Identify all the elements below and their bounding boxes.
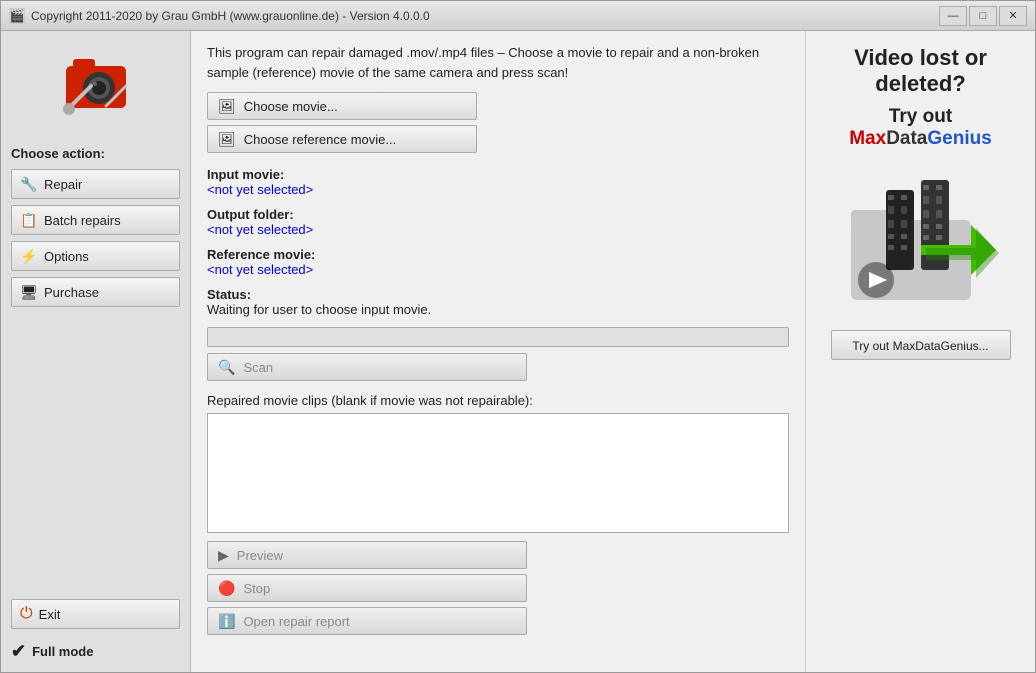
ad-genius-text: Genius bbox=[927, 128, 991, 149]
description-text: This program can repair damaged .mov/.mp… bbox=[207, 43, 789, 82]
ad-try-button[interactable]: Try out MaxDataGenius... bbox=[831, 330, 1011, 360]
choose-reference-icon: 🖼 bbox=[218, 131, 236, 148]
window-title: Copyright 2011-2020 by Grau GmbH (www.gr… bbox=[31, 9, 939, 23]
input-movie-value: <not yet selected> bbox=[207, 182, 313, 197]
sidebar-exit-area: ⏻ Exit ✔ Full mode bbox=[11, 599, 180, 662]
open-report-label: Open repair report bbox=[243, 614, 349, 629]
status-value: Waiting for user to choose input movie. bbox=[207, 302, 431, 317]
sidebar: Choose action: 🔧 Repair 📋 Batch repairs … bbox=[1, 31, 191, 672]
batch-repairs-button[interactable]: 📋 Batch repairs bbox=[11, 205, 180, 235]
right-panel: Video lost ordeleted? Try out MaxDataGen… bbox=[805, 31, 1035, 672]
purchase-button[interactable]: 🖥 Purchase bbox=[11, 277, 180, 307]
choose-buttons-area: 🖼 Choose movie... 🖼 Choose reference mov… bbox=[207, 92, 789, 153]
ad-max-text: Max bbox=[849, 128, 886, 149]
exit-label: Exit bbox=[39, 607, 61, 622]
checkmark-icon: ✔ bbox=[11, 641, 26, 662]
reference-movie-section: Reference movie: <not yet selected> bbox=[207, 247, 789, 277]
output-folder-label: Output folder: bbox=[207, 207, 294, 222]
choose-movie-label: Choose movie... bbox=[244, 99, 338, 114]
exit-icon: ⏻ bbox=[20, 605, 33, 623]
scan-button[interactable]: 🔍 Scan bbox=[207, 353, 527, 381]
reference-movie-value: <not yet selected> bbox=[207, 262, 313, 277]
repair-button[interactable]: 🔧 Repair bbox=[11, 169, 180, 199]
ad-image bbox=[831, 160, 1011, 330]
options-button[interactable]: ⚡ Options bbox=[11, 241, 180, 271]
options-label: Options bbox=[44, 249, 89, 264]
choose-reference-label: Choose reference movie... bbox=[244, 132, 396, 147]
full-mode-label: Full mode bbox=[32, 644, 93, 659]
input-movie-section: Input movie: <not yet selected> bbox=[207, 167, 789, 197]
repaired-textarea[interactable] bbox=[207, 413, 789, 533]
ad-illustration bbox=[831, 160, 1011, 330]
scan-icon: 🔍 bbox=[218, 359, 235, 376]
stop-button[interactable]: 🔴 Stop bbox=[207, 574, 527, 602]
status-section: Status: Waiting for user to choose input… bbox=[207, 287, 789, 317]
bottom-buttons: ▶ Preview 🔴 Stop ℹ️ Open repair report bbox=[207, 541, 789, 635]
open-report-button[interactable]: ℹ️ Open repair report bbox=[207, 607, 527, 635]
repaired-label: Repaired movie clips (blank if movie was… bbox=[207, 393, 789, 408]
choose-reference-button[interactable]: 🖼 Choose reference movie... bbox=[207, 125, 477, 153]
repair-label: Repair bbox=[44, 177, 82, 192]
status-label: Status: bbox=[207, 287, 251, 302]
exit-button[interactable]: ⏻ Exit bbox=[11, 599, 180, 629]
repair-icon: 🔧 bbox=[20, 176, 38, 193]
output-folder-value: <not yet selected> bbox=[207, 222, 313, 237]
ad-try-text: Try out bbox=[889, 106, 952, 127]
input-movie-label: Input movie: bbox=[207, 167, 284, 182]
batch-icon: 📋 bbox=[20, 212, 38, 229]
scan-label: Scan bbox=[243, 360, 273, 375]
choose-action-label: Choose action: bbox=[11, 146, 180, 161]
choose-movie-button[interactable]: 🖼 Choose movie... bbox=[207, 92, 477, 120]
reference-movie-label: Reference movie: bbox=[207, 247, 315, 262]
sidebar-logo bbox=[11, 41, 180, 131]
choose-movie-icon: 🖼 bbox=[218, 98, 236, 115]
preview-icon: ▶ bbox=[218, 547, 229, 564]
main-content: Choose action: 🔧 Repair 📋 Batch repairs … bbox=[1, 31, 1035, 672]
purchase-icon: 🖥 bbox=[20, 284, 38, 301]
open-report-icon: ℹ️ bbox=[218, 613, 235, 630]
preview-label: Preview bbox=[237, 548, 283, 563]
stop-icon: 🔴 bbox=[218, 580, 235, 597]
preview-button[interactable]: ▶ Preview bbox=[207, 541, 527, 569]
ad-data-text: Data bbox=[886, 128, 927, 149]
title-bar: 🎬 Copyright 2011-2020 by Grau GmbH (www.… bbox=[1, 1, 1035, 31]
stop-label: Stop bbox=[243, 581, 270, 596]
close-button[interactable]: ✕ bbox=[999, 6, 1027, 26]
progress-bar-container bbox=[207, 327, 789, 347]
ad-title: Video lost ordeleted? bbox=[854, 45, 987, 98]
batch-label: Batch repairs bbox=[44, 213, 121, 228]
main-window: 🎬 Copyright 2011-2020 by Grau GmbH (www.… bbox=[0, 0, 1036, 673]
full-mode-row: ✔ Full mode bbox=[11, 641, 180, 662]
logo-icon bbox=[51, 41, 141, 131]
output-folder-section: Output folder: <not yet selected> bbox=[207, 207, 789, 237]
ad-subtitle: Try out MaxDataGenius bbox=[849, 106, 992, 150]
purchase-label: Purchase bbox=[44, 285, 99, 300]
minimize-button[interactable]: — bbox=[939, 6, 967, 26]
maximize-button[interactable]: □ bbox=[969, 6, 997, 26]
window-controls: — □ ✕ bbox=[939, 6, 1027, 26]
options-icon: ⚡ bbox=[20, 248, 38, 265]
center-panel: This program can repair damaged .mov/.mp… bbox=[191, 31, 805, 672]
app-icon: 🎬 bbox=[9, 8, 25, 24]
